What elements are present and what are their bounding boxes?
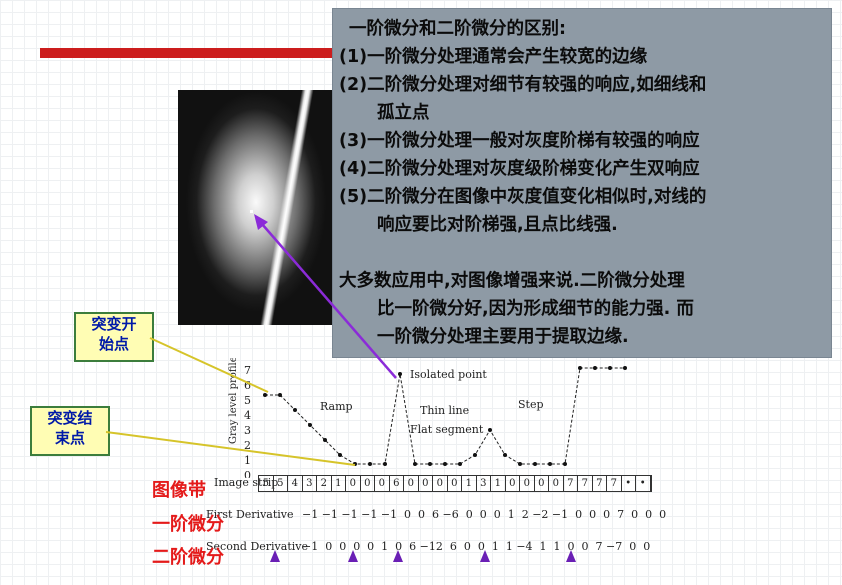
overlay-pointers <box>105 214 397 466</box>
callout-end-pointer <box>105 431 356 466</box>
marker-triangle <box>393 550 403 562</box>
marker-triangle <box>348 550 358 562</box>
marker-triangle <box>480 550 490 562</box>
marker-triangle <box>566 550 576 562</box>
callout-start-pointer <box>149 337 269 393</box>
marker-triangle <box>270 550 280 562</box>
isolated-point-arrow <box>261 223 397 379</box>
